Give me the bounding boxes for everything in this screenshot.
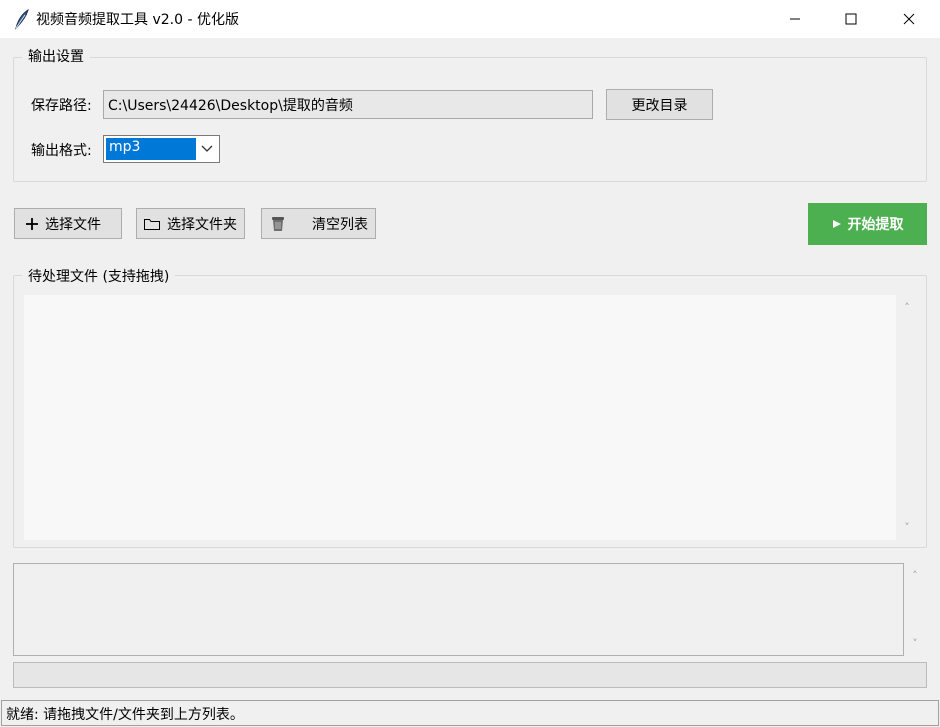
save-path-field[interactable]: C:\Users\24426\Desktop\提取的音频 — [103, 90, 593, 119]
chevron-down-icon[interactable]: ˅ — [912, 637, 918, 650]
trash-icon — [272, 217, 284, 231]
close-icon — [903, 13, 915, 25]
output-format-select[interactable]: mp3 — [103, 135, 220, 163]
start-extract-label: 开始提取 — [847, 217, 904, 233]
status-bar: 就绪: 请拖拽文件/文件夹到上方列表。 — [1, 700, 939, 726]
maximize-icon — [845, 13, 857, 25]
file-list-legend: 待处理文件 (支持拖拽) — [22, 266, 176, 286]
maximize-button[interactable] — [822, 0, 880, 38]
start-extract-button[interactable]: 开始提取 — [808, 203, 927, 245]
chevron-down-icon — [201, 145, 213, 152]
feather-icon — [12, 8, 32, 30]
log-scrollbar[interactable]: ˄ ˅ — [906, 563, 924, 656]
add-folder-button[interactable]: 选择文件夹 — [136, 208, 245, 239]
change-directory-button[interactable]: 更改目录 — [606, 89, 713, 120]
file-list-scrollbar[interactable]: ˄ ˅ — [898, 295, 916, 540]
close-button[interactable] — [880, 0, 938, 38]
add-file-label: 选择文件 — [45, 216, 101, 233]
title-bar: 视频音频提取工具 v2.0 - 优化版 — [0, 0, 940, 38]
chevron-up-icon[interactable]: ˄ — [912, 569, 918, 582]
log-textarea[interactable] — [13, 563, 904, 656]
folder-icon — [144, 218, 160, 230]
clear-list-button[interactable]: 清空列表 — [261, 208, 376, 239]
change-directory-label: 更改目录 — [631, 97, 688, 114]
clear-list-label: 清空列表 — [312, 216, 368, 233]
play-icon — [832, 220, 841, 228]
progress-bar — [13, 662, 927, 688]
output-settings-legend: 输出设置 — [22, 46, 90, 66]
minimize-icon — [790, 18, 800, 20]
save-path-label: 保存路径: — [31, 98, 92, 114]
chevron-up-icon[interactable]: ˄ — [904, 301, 910, 314]
file-list[interactable] — [24, 295, 896, 540]
output-format-value: mp3 — [106, 138, 196, 160]
window-title: 视频音频提取工具 v2.0 - 优化版 — [36, 12, 239, 28]
output-format-label: 输出格式: — [31, 143, 92, 159]
chevron-down-icon[interactable]: ˅ — [904, 521, 910, 534]
add-folder-label: 选择文件夹 — [167, 216, 237, 233]
plus-icon — [26, 217, 38, 230]
add-file-button[interactable]: 选择文件 — [14, 208, 122, 239]
output-settings-group — [13, 57, 927, 182]
minimize-button[interactable] — [766, 0, 824, 38]
